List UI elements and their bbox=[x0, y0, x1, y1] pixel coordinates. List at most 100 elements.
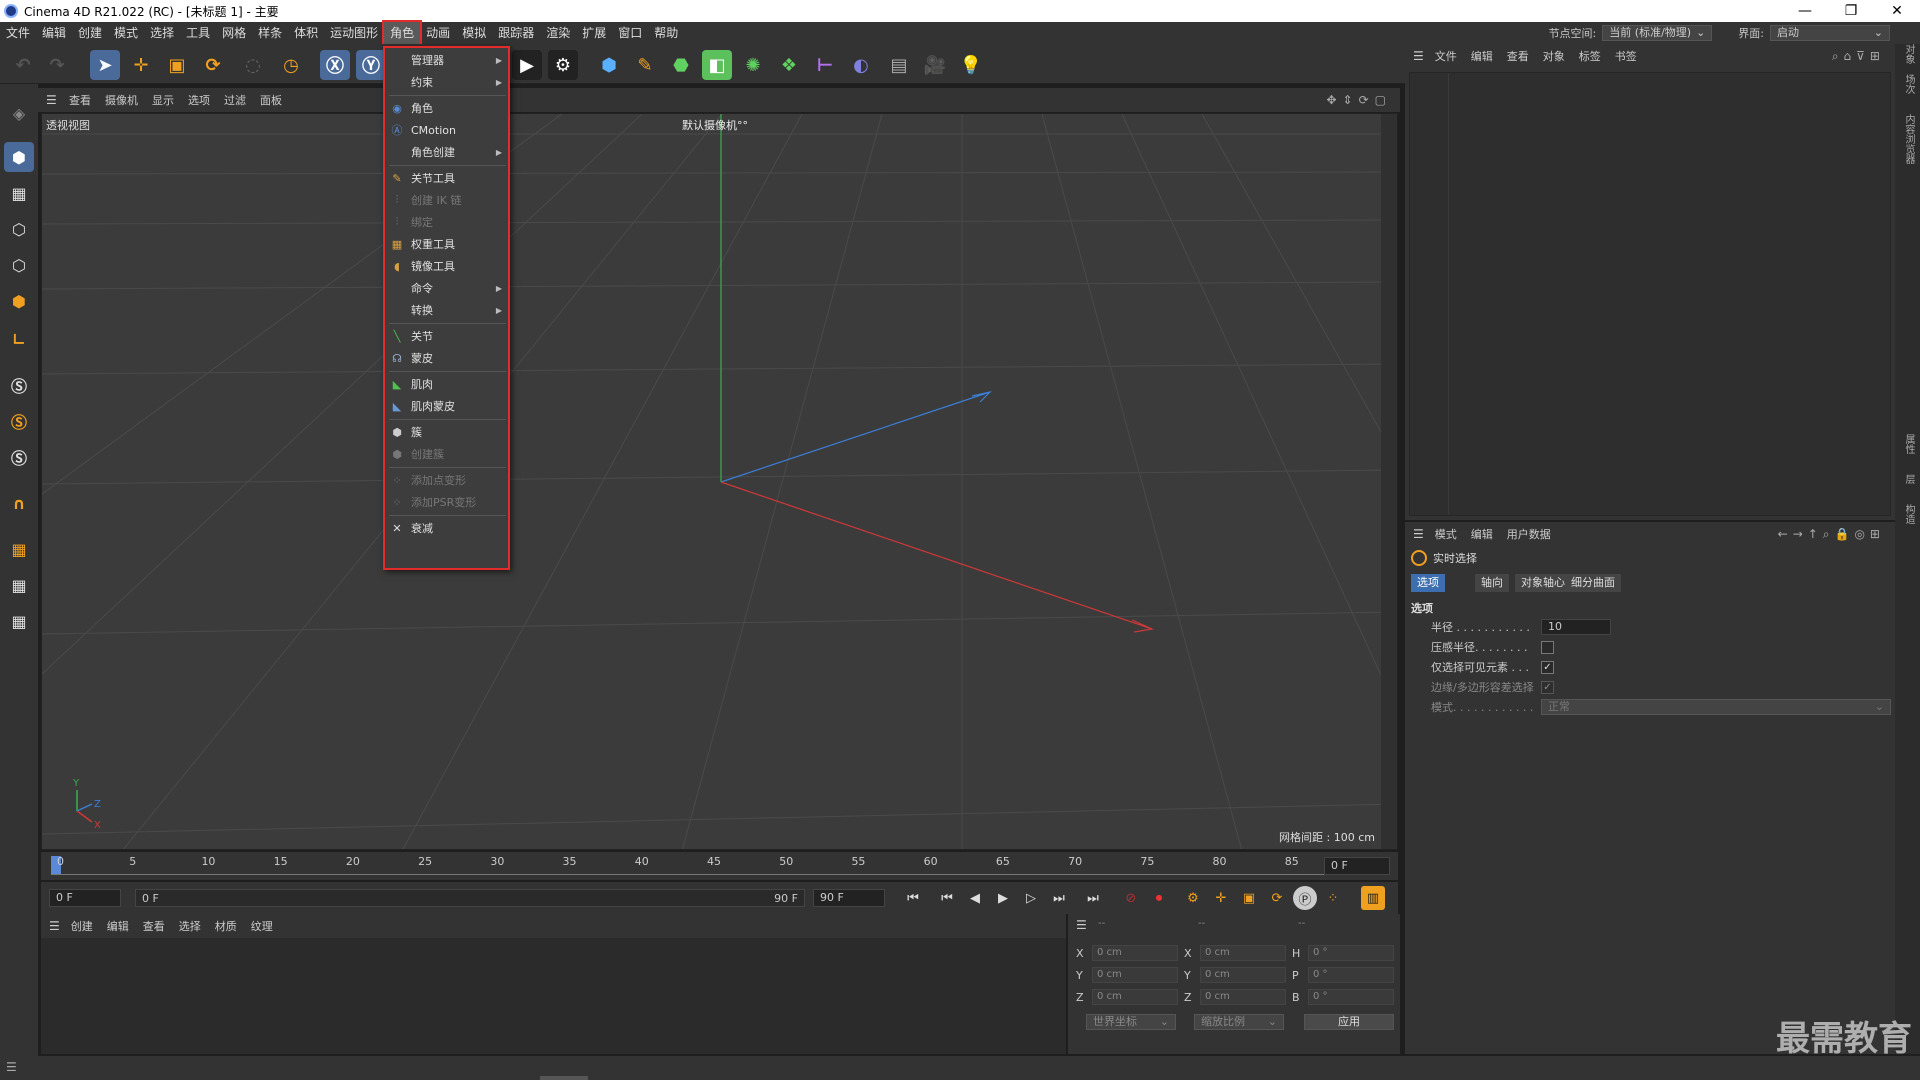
undo-icon[interactable]: ↶ bbox=[8, 50, 38, 80]
cloner-icon[interactable]: ✺ bbox=[738, 50, 768, 80]
menu-7[interactable]: 样条 bbox=[252, 22, 288, 44]
y-axis-lock-icon[interactable]: Ⓨ bbox=[356, 50, 386, 80]
restore-button[interactable]: ❐ bbox=[1828, 3, 1874, 19]
workplane-icon[interactable]: ▦ bbox=[4, 534, 34, 564]
material-menu-item-5[interactable]: 纹理 bbox=[244, 918, 280, 934]
solo-selection-icon[interactable]: Ⓢ bbox=[4, 442, 34, 472]
attribute-menu-item-1[interactable]: 编辑 bbox=[1464, 526, 1500, 542]
mode-dropdown[interactable]: 正常 ⌄ bbox=[1541, 699, 1891, 715]
attribute-checkbox[interactable]: ✓ bbox=[1541, 660, 1554, 674]
object-menu-item-2[interactable]: 查看 bbox=[1500, 48, 1536, 64]
subdivision-icon[interactable]: ⬣ bbox=[666, 50, 696, 80]
solo-icon[interactable]: Ⓢ bbox=[4, 370, 34, 400]
pen-spline-icon[interactable]: ✎ bbox=[630, 50, 660, 80]
object-menu-item-5[interactable]: 书签 bbox=[1608, 48, 1644, 64]
character-menu-item-3[interactable]: Ⓐ CMotion bbox=[389, 120, 506, 140]
viewport-menu-item-2[interactable]: 显示 bbox=[145, 92, 181, 108]
live-selection-icon[interactable]: ➤ bbox=[90, 50, 120, 80]
psr-icon[interactable]: ◌ bbox=[238, 50, 268, 80]
right-tab-0[interactable]: 对象 bbox=[1901, 44, 1916, 64]
menu-2[interactable]: 创建 bbox=[72, 22, 108, 44]
viewport-menu-item-4[interactable]: 过滤 bbox=[217, 92, 253, 108]
viewport-menu-item-3[interactable]: 选项 bbox=[181, 92, 217, 108]
material-list[interactable] bbox=[41, 938, 1066, 1054]
material-menu-item-3[interactable]: 选择 bbox=[172, 918, 208, 934]
tab-object-axis[interactable]: 对象轴心 bbox=[1515, 574, 1571, 592]
scale-mode-dropdown[interactable]: 缩放比例 ⌄ bbox=[1194, 1014, 1284, 1030]
hamburger-icon[interactable]: ☰ bbox=[38, 93, 57, 107]
right-tab-2[interactable]: 内容浏览器 bbox=[1901, 114, 1916, 164]
menu-3[interactable]: 模式 bbox=[108, 22, 144, 44]
timeline-window-icon[interactable]: ▥ bbox=[1361, 886, 1385, 910]
go-to-end-icon[interactable]: ⏭ bbox=[1081, 886, 1105, 910]
hamburger-icon[interactable]: ☰ bbox=[6, 1060, 17, 1074]
camera-label[interactable]: 默认摄像机°° bbox=[682, 117, 748, 133]
scale-icon[interactable]: ▣ bbox=[162, 50, 192, 80]
end-frame-field[interactable]: 90 F bbox=[813, 889, 885, 907]
start-frame-field[interactable]: 0 F bbox=[49, 889, 121, 907]
position-x-field[interactable]: 0 cm bbox=[1092, 945, 1178, 961]
material-menu-item-0[interactable]: 创建 bbox=[64, 918, 100, 934]
x-axis-lock-icon[interactable]: Ⓧ bbox=[320, 50, 350, 80]
viewport-menu-item-1[interactable]: 摄像机 bbox=[98, 92, 145, 108]
move-icon[interactable]: ✛ bbox=[126, 50, 156, 80]
points-mode-icon[interactable]: ⬡ bbox=[4, 214, 34, 244]
rotation-p-field[interactable]: 0 ° bbox=[1308, 967, 1394, 983]
close-button[interactable]: ✕ bbox=[1874, 3, 1920, 19]
material-menu-item-1[interactable]: 编辑 bbox=[100, 918, 136, 934]
character-menu-item-1[interactable]: 约束 ▶ bbox=[389, 72, 506, 92]
solo-hierarchy-icon[interactable]: Ⓢ bbox=[4, 406, 34, 436]
menu-9[interactable]: 运动图形 bbox=[324, 22, 384, 44]
object-menu-item-4[interactable]: 标签 bbox=[1572, 48, 1608, 64]
next-frame-icon[interactable]: ▷ bbox=[1019, 886, 1043, 910]
menu-11[interactable]: 动画 bbox=[420, 22, 456, 44]
rotation-key-icon[interactable]: ⟳ bbox=[1265, 886, 1289, 910]
mograph-icon[interactable]: ❖ bbox=[774, 50, 804, 80]
character-menu-item-2[interactable]: ◉ 角色 bbox=[389, 98, 506, 118]
object-menu-item-3[interactable]: 对象 bbox=[1536, 48, 1572, 64]
character-menu-item-4[interactable]: 角色创建 ▶ bbox=[389, 142, 506, 162]
character-menu-item-9[interactable]: ◖ 镜像工具 bbox=[389, 256, 506, 276]
render-view-icon[interactable]: ▶ bbox=[512, 50, 542, 80]
rotate-icon[interactable]: ⟳ bbox=[198, 50, 228, 80]
menu-4[interactable]: 选择 bbox=[144, 22, 180, 44]
menu-6[interactable]: 网格 bbox=[216, 22, 252, 44]
locked-workplane-icon[interactable]: ▦ bbox=[4, 570, 34, 600]
model-mode-icon[interactable]: ⬢ bbox=[4, 142, 34, 172]
size-y-field[interactable]: 0 cm bbox=[1200, 967, 1286, 983]
character-menu-item-14[interactable]: ◣ 肌肉 bbox=[389, 374, 506, 394]
rotation-b-field[interactable]: 0 ° bbox=[1308, 989, 1394, 1005]
layout-dropdown[interactable]: 启动 ⌄ bbox=[1770, 25, 1890, 41]
character-menu-item-12[interactable]: ╲ 关节 bbox=[389, 326, 506, 346]
viewport-menu-item-5[interactable]: 面板 bbox=[253, 92, 289, 108]
status-resize-handle[interactable] bbox=[540, 1076, 588, 1080]
perspective-viewport[interactable]: Y Z X 透视视图 默认摄像机°° 网格间距 : 100 cm bbox=[41, 113, 1398, 850]
tab-options[interactable]: 选项 bbox=[1411, 574, 1445, 592]
attribute-nav-icons[interactable]: ←→↑⌕🔒◎⊞ bbox=[1778, 527, 1895, 542]
previous-frame-icon[interactable]: ◀ bbox=[963, 886, 987, 910]
planar-workplane-icon[interactable]: ▦ bbox=[4, 606, 34, 636]
size-x-field[interactable]: 0 cm bbox=[1200, 945, 1286, 961]
radius-field[interactable]: 10 bbox=[1541, 619, 1611, 635]
tab-axis[interactable]: 轴向 bbox=[1475, 574, 1509, 592]
character-menu-item-13[interactable]: ☊ 蒙皮 bbox=[389, 348, 506, 368]
menu-16[interactable]: 窗口 bbox=[612, 22, 648, 44]
menu-1[interactable]: 编辑 bbox=[36, 22, 72, 44]
object-manager-tool-icons[interactable]: ⌕⌂⊽⊞ bbox=[1832, 49, 1895, 64]
menu-5[interactable]: 工具 bbox=[180, 22, 216, 44]
hamburger-icon[interactable]: ☰ bbox=[41, 919, 64, 933]
polygons-mode-icon[interactable]: ⬢ bbox=[4, 286, 34, 316]
menu-15[interactable]: 扩展 bbox=[576, 22, 612, 44]
menu-10[interactable]: 角色 bbox=[382, 20, 423, 46]
extrude-icon[interactable]: ◧ bbox=[702, 50, 732, 80]
menu-0[interactable]: 文件 bbox=[0, 22, 36, 44]
recent-tool-icon[interactable]: ◷ bbox=[276, 50, 306, 80]
position-key-icon[interactable]: ✛ bbox=[1209, 886, 1233, 910]
snap-icon[interactable]: ∩ bbox=[4, 488, 34, 518]
object-menu-item-1[interactable]: 编辑 bbox=[1464, 48, 1500, 64]
edges-mode-icon[interactable]: ⬡ bbox=[4, 250, 34, 280]
position-z-field[interactable]: 0 cm bbox=[1092, 989, 1178, 1005]
menu-12[interactable]: 模拟 bbox=[456, 22, 492, 44]
previous-key-icon[interactable]: ⏮ bbox=[935, 886, 959, 910]
camera-icon[interactable]: 🎥 bbox=[920, 50, 950, 80]
